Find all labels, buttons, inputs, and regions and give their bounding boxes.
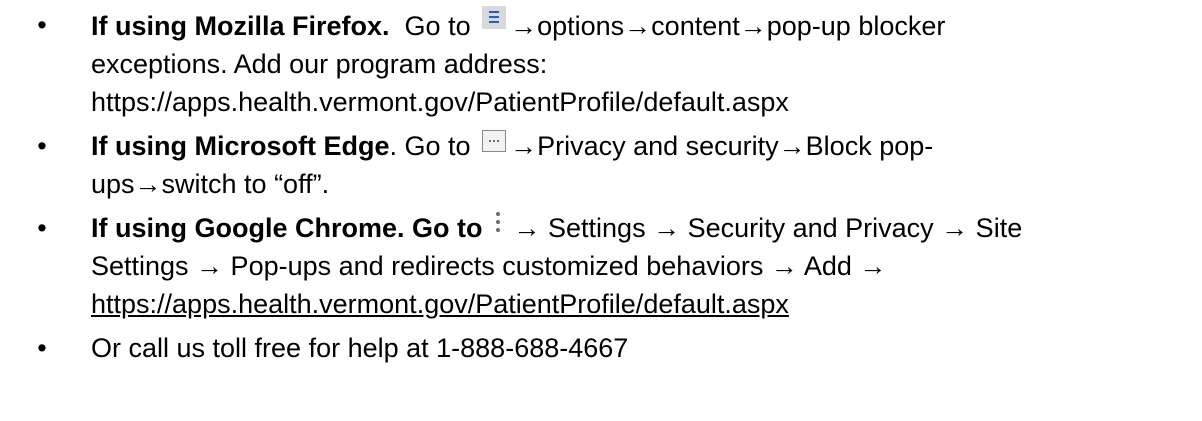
chrome-steps: → Settings → Security and Privacy → Site [506,213,1023,243]
bullet-marker: • [37,333,47,363]
bullet-marker: • [37,10,47,40]
firefox-go-to-text: Go to [404,11,471,41]
vertical-dots-menu-icon [494,211,502,235]
ellipsis-menu-icon [482,130,507,152]
list-item-call: • Or call us toll free for help at 1-888… [20,329,1182,367]
list-item-chrome: • If using Google Chrome. Go to → Settin… [20,209,1182,323]
edge-heading: If using Microsoft Edge [91,131,390,161]
edge-switch-text: ups→switch to “off”. [91,169,330,199]
bullet-marker: • [37,131,47,161]
instructions-document: • If using Mozilla Firefox. Go to →optio… [0,0,1202,421]
toll-free-help-text: Or call us toll free for help at 1-888-6… [91,333,629,363]
firefox-exceptions-text: exceptions. Add our program address: [91,49,548,79]
chrome-heading: If using Google Chrome. Go to [91,213,483,243]
list-item-edge: • If using Microsoft Edge. Go to →Privac… [20,127,1182,203]
chrome-settings-text: Settings → Pop-ups and redirects customi… [91,251,887,281]
firefox-steps: →options→content→pop-up blocker [510,11,946,41]
edge-steps: →Privacy and security→Block pop- [510,131,934,161]
firefox-program-address: https://apps.health.vermont.gov/PatientP… [91,87,789,117]
list-item-firefox: • If using Mozilla Firefox. Go to →optio… [20,6,1182,121]
firefox-heading: If using Mozilla Firefox. [91,11,390,41]
chrome-program-link[interactable]: https://apps.health.vermont.gov/PatientP… [91,285,1182,323]
edge-go-to-text: . Go to [389,131,471,161]
browser-instructions-list: • If using Mozilla Firefox. Go to →optio… [20,6,1182,367]
hamburger-menu-icon [482,6,507,29]
bullet-marker: • [37,213,47,243]
